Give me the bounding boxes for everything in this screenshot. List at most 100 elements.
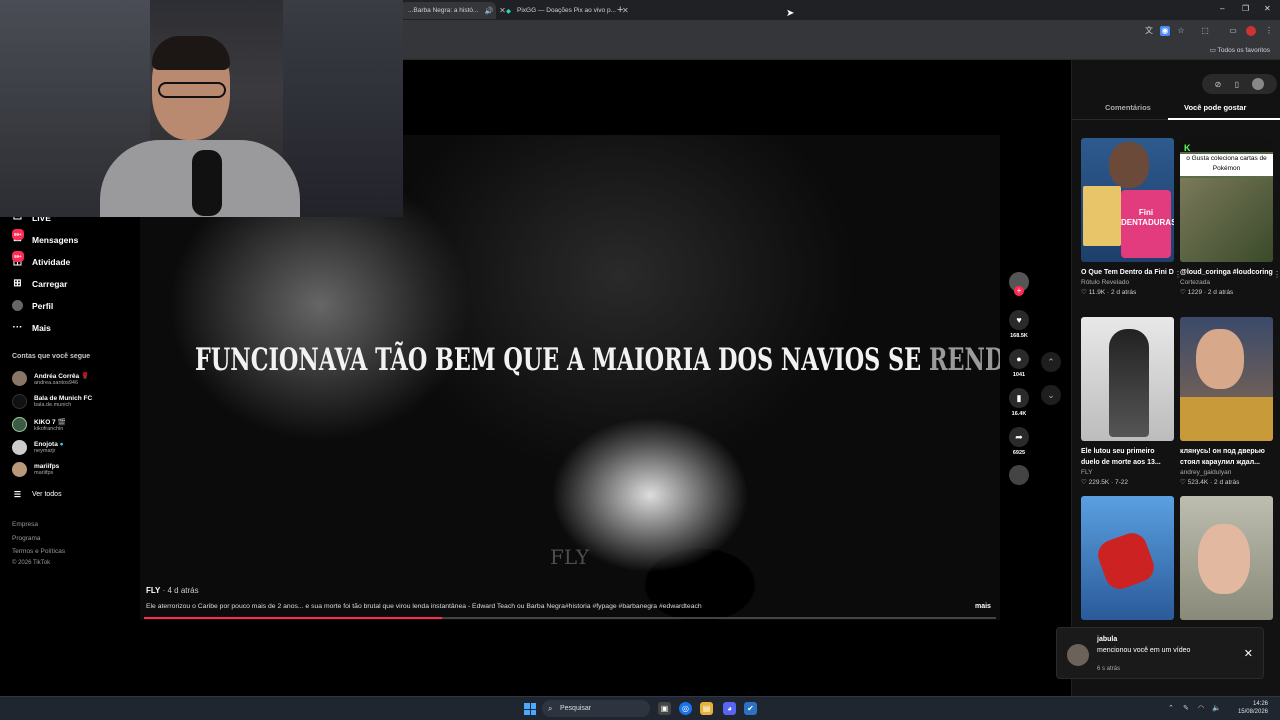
app-icon[interactable]: ✔ [744,702,757,715]
video-card[interactable]: Ele lutou seu primeiro duelo de morte ao… [1081,317,1174,486]
menu-kebab-icon[interactable]: ⋮ [1264,26,1274,36]
recommendations-panel: ⊘ ▯ Comentários Você pode gostar Fini DE… [1071,60,1280,696]
account-username: mariifps [34,470,54,476]
account-name: Bala de Munich FC [34,395,93,402]
comment-icon: ● [1009,349,1029,369]
following-account[interactable]: Enojota ● neymarjr [12,440,64,455]
video-progress-bar[interactable] [144,617,996,619]
microphone [192,150,222,216]
pixgg-icon: ◆ [506,7,511,15]
footer-link-program[interactable]: Programa [12,535,41,542]
nav-item-upload[interactable]: ⊞ Carregar [12,278,67,289]
creator-avatar[interactable]: + [1008,272,1030,296]
speaker-icon[interactable]: 🔊 [484,7,493,15]
volume-icon[interactable]: 🔈 [1212,704,1221,712]
heart-icon: ♡ [1081,479,1087,486]
video-author[interactable]: FLY · 4 d atrás [146,586,199,595]
next-video-button[interactable]: ⌄ [1041,385,1061,405]
share-icon: ➦ [1009,427,1029,447]
more-icon: ··· [12,322,23,333]
card-time: 7-22 [1115,479,1129,486]
following-account[interactable]: Bala de Munich FC bala.de.munich [12,394,92,409]
browser-tab[interactable]: ◆ PixGG — Doações Pix ao vivo p... ✕ [498,2,629,19]
close-window-button[interactable]: ✕ [1264,4,1271,13]
share-button[interactable]: ➦ 6925 [1008,427,1030,456]
following-section-title: Contas que você segue [12,353,91,360]
post-time: · 4 d atrás [160,586,199,595]
tray-chevron-icon[interactable]: ⌃ [1168,704,1174,712]
video-card[interactable] [1180,496,1273,620]
card-author: andrey_gaidulyan [1180,469,1232,476]
card-title: Ele lutou seu primeiro duelo de morte ao… [1081,448,1161,466]
like-button[interactable]: ♥ 168.5K [1008,310,1030,339]
discord-icon[interactable]: ◕ [723,702,736,715]
chrome-icon[interactable]: ◎ [679,702,692,715]
new-tab-button[interactable]: + [617,4,623,16]
close-icon[interactable]: ✕ [1244,647,1253,660]
bookmark-star-icon[interactable]: ☆ [1176,26,1186,36]
nav-item-profile[interactable]: Perfil [12,300,53,311]
following-account[interactable]: KIKO 7 🎬 kikofranchin [12,417,66,432]
wifi-icon[interactable]: ◠ [1198,704,1204,712]
author-name: FLY [146,586,161,595]
nav-item-activity[interactable]: ◫99+ Atividade [12,251,70,267]
active-tab-indicator [1168,118,1280,120]
account-username: bala.de.munich [34,402,72,408]
task-view-icon[interactable]: ▣ [658,702,671,715]
music-disc-icon [1009,465,1029,485]
tab-you-may-like[interactable]: Você pode gostar [1184,103,1246,112]
sound-avatar[interactable] [1008,465,1030,485]
user-avatar[interactable] [1252,78,1265,90]
windows-start-icon[interactable] [524,703,536,715]
video-card[interactable]: Fini DENTADURAS O Que Tem Dentro da Fini… [1081,138,1182,296]
extensions-puzzle-icon[interactable]: ⬚ [1200,26,1210,36]
thumbnail-text: o Gusta coleciona cartas de Pokémon [1180,154,1273,176]
card-likes: 11.9K [1088,289,1106,296]
nav-label: Perfil [32,300,54,311]
pen-icon[interactable]: ✎ [1183,704,1189,712]
translate-icon[interactable]: 文 [1144,26,1154,36]
comment-button[interactable]: ● 1041 [1008,349,1030,378]
footer-link-terms[interactable]: Termos e Políticas [12,548,65,555]
following-account[interactable]: mariifps mariifps [12,462,59,477]
minimize-button[interactable]: – [1220,4,1224,13]
list-icon: ☰ [13,490,22,499]
browser-tab-active[interactable]: ...Barba Negra: a histó... 🔊 ✕ [400,2,506,19]
card-author: FLY [1081,469,1093,476]
previous-video-button[interactable]: ⌃ [1041,352,1061,372]
save-button[interactable]: ▮ 16.4K [1008,388,1030,417]
card-menu-icon[interactable]: ⋮ [1273,270,1280,279]
see-all-link[interactable]: ☰ Ver todos [12,489,62,500]
avatar [12,417,27,432]
more-button[interactable]: mais [975,603,991,610]
phone-icon[interactable]: ▯ [1235,80,1239,89]
video-card[interactable] [1081,496,1174,620]
maximize-button[interactable]: ❐ [1242,4,1249,13]
notification-user: jabula [1097,636,1118,643]
card-time: 2 d atrás [1214,479,1240,486]
extension-icon[interactable]: ◉ [1160,26,1170,36]
window-icon[interactable]: ▭ [1228,26,1238,36]
card-stats: ♡ 11.9K · 2 d atrás [1081,289,1137,296]
system-clock[interactable]: 14:26 15/08/2026 [1238,700,1268,716]
video-card[interactable]: клянусь! он под дверью стоял караулил жд… [1180,317,1273,486]
follow-plus-icon[interactable]: + [1014,286,1024,296]
video-card[interactable]: K o Gusta coleciona cartas de Pokémon @l… [1180,138,1280,296]
file-explorer-icon[interactable]: ▤ [700,702,713,715]
avatar [12,394,27,409]
profile-avatar-icon[interactable] [1246,26,1256,36]
bookmark-icon: ▮ [1009,388,1029,408]
progress-fill [144,617,443,619]
following-account[interactable]: Andréa Corrêa 🌹 andrea.santos946 [12,371,89,386]
nav-item-messages[interactable]: ✉99+ Mensagens [12,229,78,245]
taskbar-search[interactable]: ⌕ Pesquisar [542,700,650,717]
footer-link-company[interactable]: Empresa [12,521,38,528]
headline-dim-text: RENDIA [928,342,1000,378]
tab-comments[interactable]: Comentários [1105,103,1151,112]
compass-icon[interactable]: ⊘ [1215,80,1222,89]
mention-notification[interactable]: jabula mencionou você em um vídeo 6 s at… [1056,627,1264,679]
video-caption: Ele aterrorizou o Caribe por pouco mais … [146,603,702,610]
all-bookmarks-link[interactable]: ▭ Todos os favoritos [1210,46,1270,54]
card-stats: ♡ 523.4K · 2 d atrás [1180,479,1240,486]
nav-item-more[interactable]: ··· Mais [12,322,51,333]
